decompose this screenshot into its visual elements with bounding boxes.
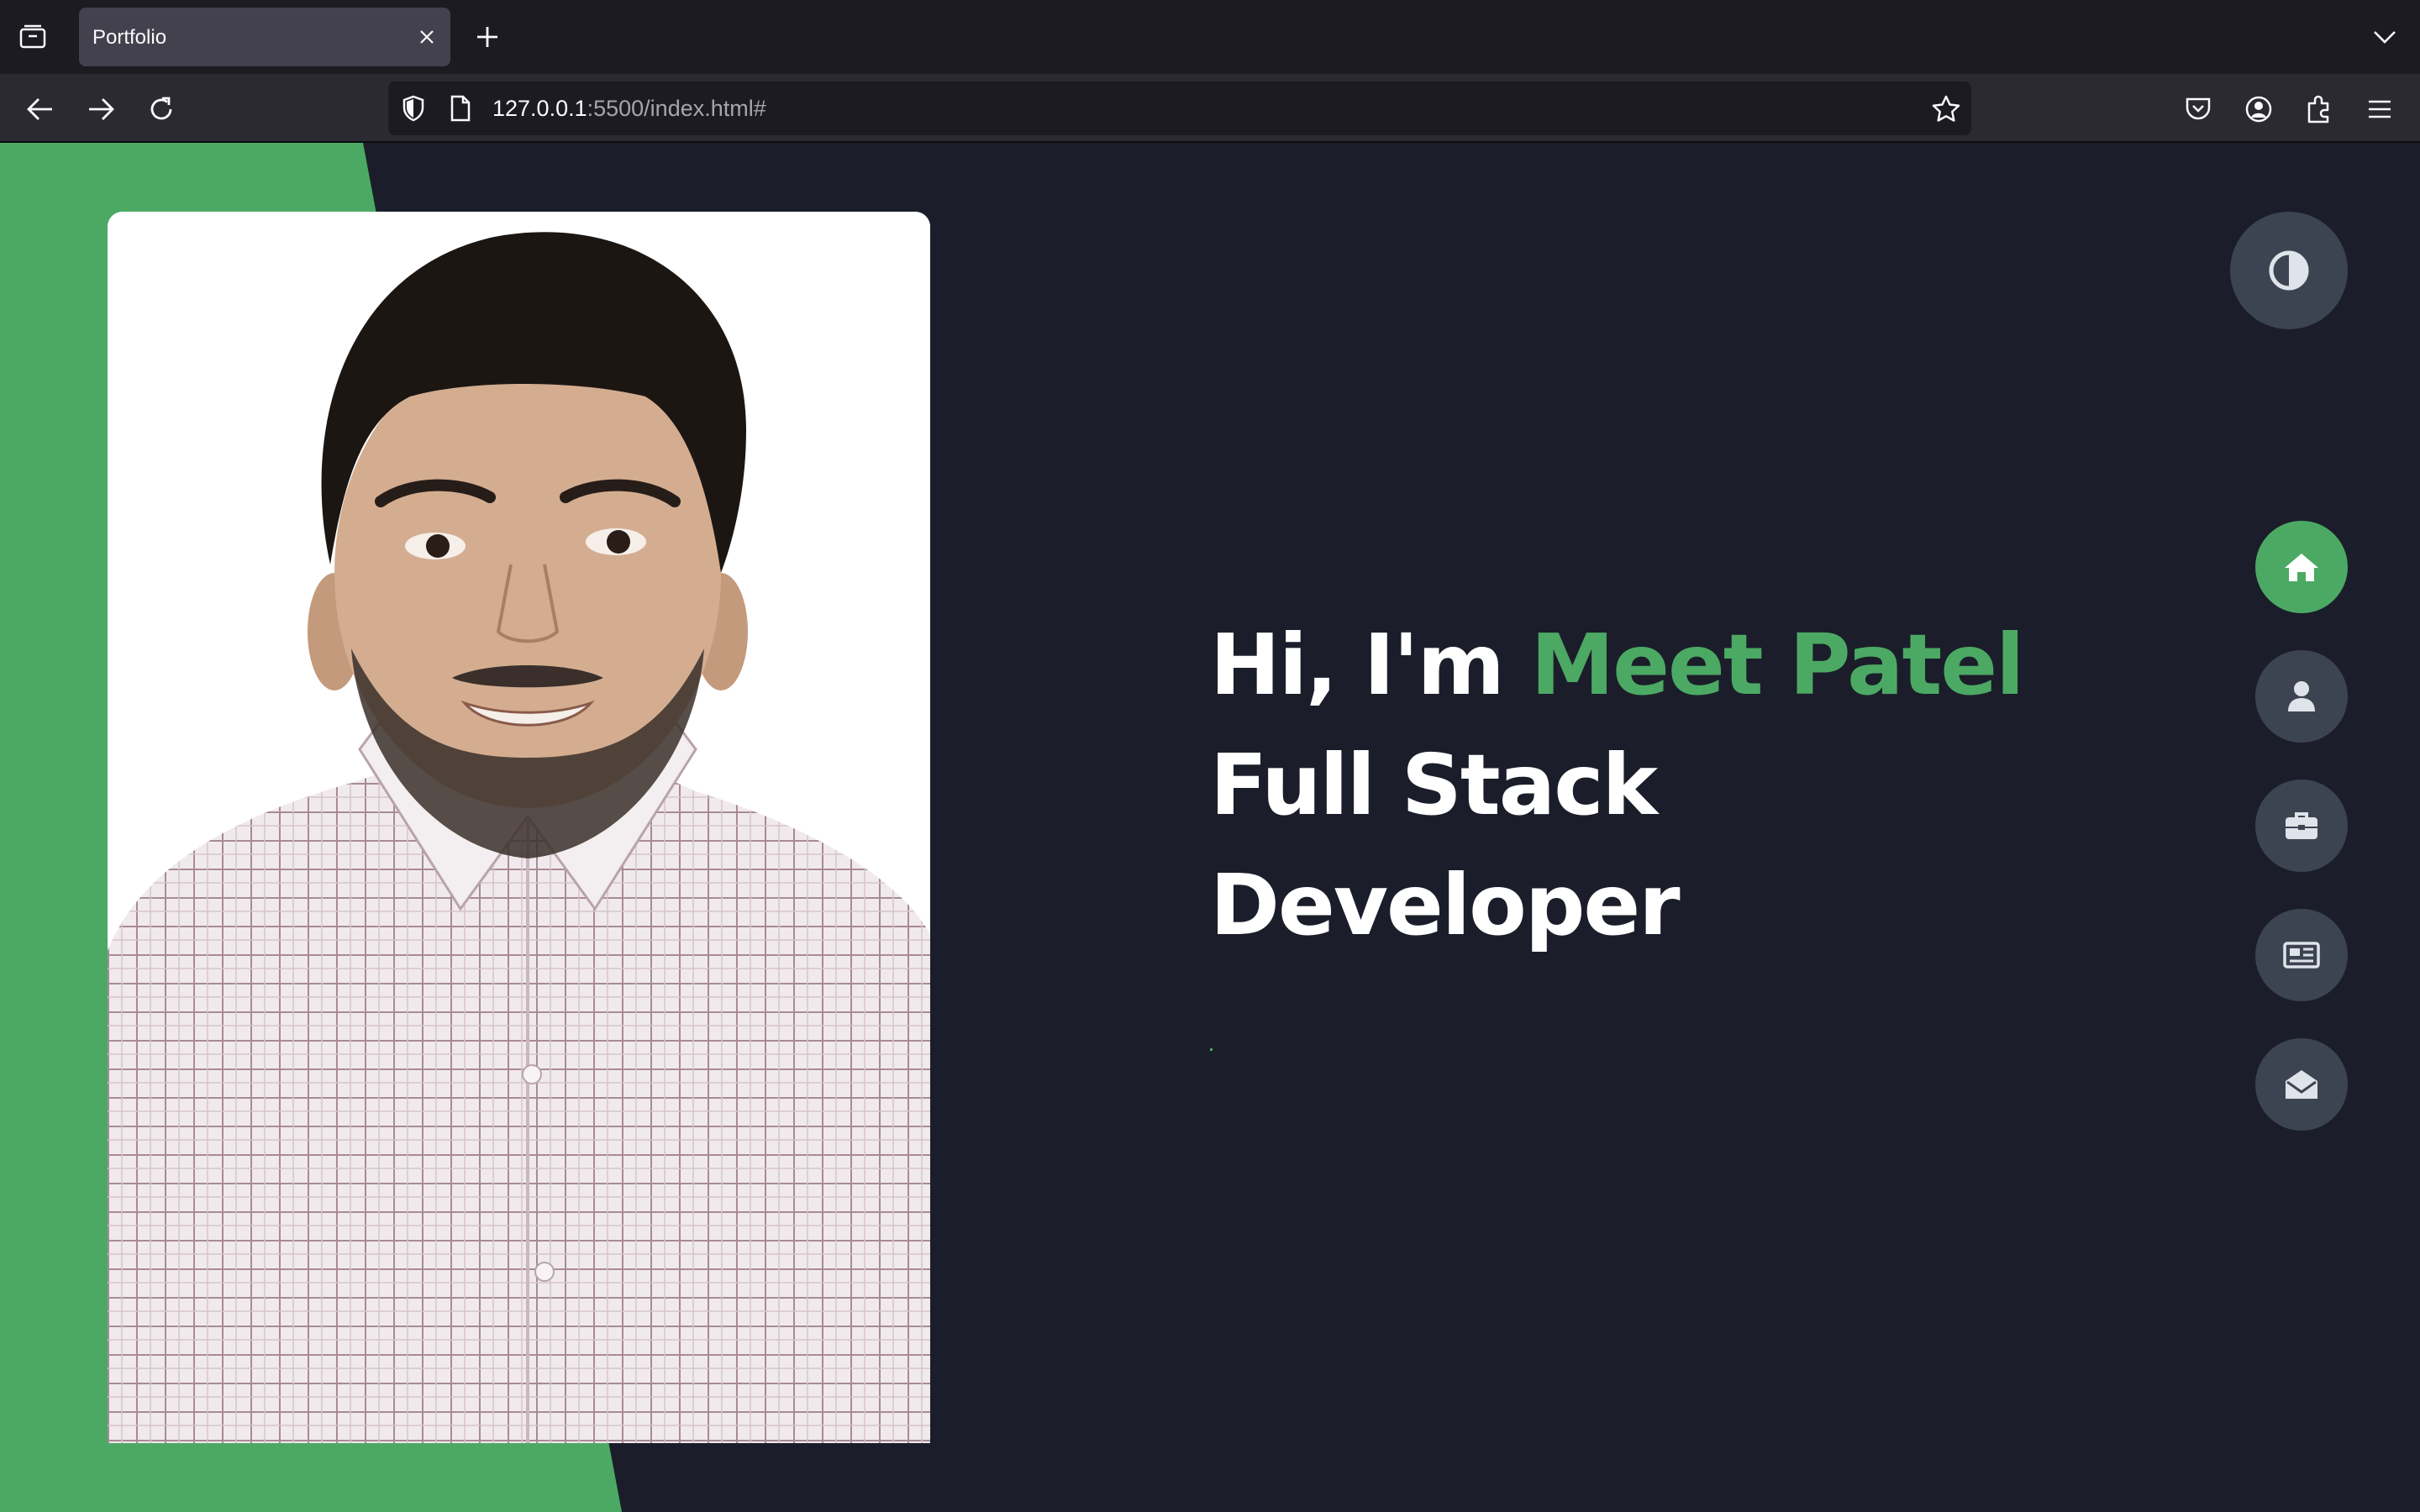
hero-line-3: Developer: [1210, 856, 1681, 954]
envelope-open-icon: [2286, 1070, 2317, 1099]
reload-button[interactable]: [143, 91, 180, 128]
tab-portfolio[interactable]: Portfolio: [79, 8, 450, 66]
page-icon: [450, 95, 471, 122]
app-menu-button[interactable]: [2362, 92, 2397, 127]
url-text[interactable]: 127.0.0.1:5500/index.html#: [492, 96, 766, 122]
new-tab-button[interactable]: [471, 20, 504, 54]
theme-toggle-button[interactable]: [2230, 212, 2348, 329]
extensions-button[interactable]: [2302, 92, 2337, 127]
hero-line-1: Hi, I'm Meet Patel: [1210, 605, 2025, 725]
site-info-button[interactable]: [445, 93, 476, 123]
newspaper-icon: [2283, 942, 2320, 969]
tab-list-button[interactable]: [17, 22, 49, 52]
hero-name: Meet Patel: [1530, 616, 2025, 714]
account-icon: [2245, 96, 2272, 123]
close-icon: [420, 30, 434, 44]
reload-icon: [150, 97, 172, 120]
shield-icon: [402, 95, 424, 122]
chevron-down-icon: [2374, 31, 2396, 44]
portfolio-page: Hi, I'm Meet Patel Full Stack Developer: [0, 143, 2420, 1512]
pocket-icon: [2186, 97, 2211, 120]
account-button[interactable]: [2241, 92, 2276, 127]
arrow-right-icon: [89, 98, 114, 120]
hero-heading: Hi, I'm Meet Patel Full Stack Developer: [1210, 605, 2025, 965]
nav-portfolio-button[interactable]: [2255, 780, 2348, 872]
typing-cursor: [1210, 1048, 1213, 1051]
home-icon: [2285, 554, 2318, 581]
nav-contact-button[interactable]: [2255, 1038, 2348, 1131]
hamburger-icon: [2369, 100, 2391, 118]
arrow-left-icon: [27, 98, 52, 120]
nav-home-button[interactable]: [2255, 521, 2348, 613]
nav-about-button[interactable]: [2255, 650, 2348, 743]
portrait-illustration: [108, 212, 930, 1443]
puzzle-icon: [2307, 95, 2329, 123]
list-all-tabs-button[interactable]: [2370, 22, 2400, 52]
hero-greeting: Hi, I'm: [1210, 616, 1531, 714]
address-bar[interactable]: 127.0.0.1:5500/index.html#: [388, 81, 1971, 135]
briefcase-icon: [2286, 812, 2317, 839]
bookmark-button[interactable]: [1931, 93, 1961, 123]
nav-blog-button[interactable]: [2255, 909, 2348, 1001]
tab-close-button[interactable]: [415, 25, 439, 49]
hero-line-2: Full Stack: [1210, 736, 1658, 834]
tab-title: Portfolio: [92, 26, 167, 49]
star-icon: [1932, 95, 1960, 122]
plus-icon: [477, 27, 497, 47]
tracking-protection-button[interactable]: [398, 93, 429, 123]
pocket-button[interactable]: [2181, 92, 2216, 127]
user-icon: [2288, 681, 2315, 711]
tab-bar: Portfolio: [0, 0, 2420, 74]
url-host: 127.0.0.1: [492, 96, 587, 121]
navigation-toolbar: 127.0.0.1:5500/index.html#: [0, 74, 2420, 143]
back-button[interactable]: [22, 91, 59, 128]
tab-list-icon: [19, 24, 46, 49]
profile-photo: [108, 212, 930, 1443]
url-path: :5500/index.html#: [587, 96, 766, 121]
contrast-icon: [2269, 250, 2309, 291]
forward-button[interactable]: [82, 91, 119, 128]
